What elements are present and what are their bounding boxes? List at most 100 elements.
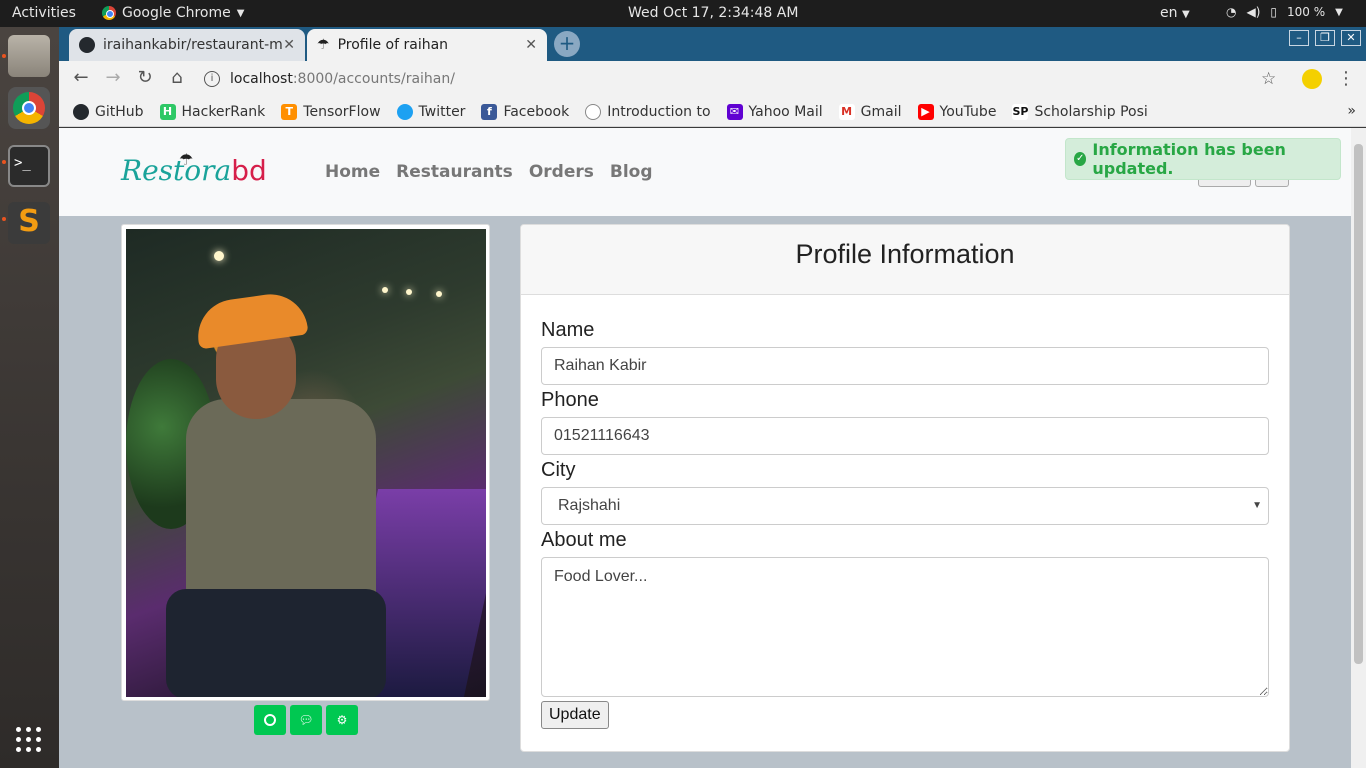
chrome-menu-icon[interactable]: ⋮	[1337, 68, 1355, 89]
battery-icon: ▯	[1270, 5, 1278, 19]
phone-input[interactable]	[541, 417, 1269, 455]
select-arrow-icon: ▼	[1252, 500, 1262, 511]
language-indicator[interactable]: en ▼	[1160, 5, 1190, 21]
profile-actions: 💬︎ ⚙	[254, 705, 358, 735]
success-alert: ✓ Information has been updated.	[1065, 138, 1341, 180]
bookmark-gmail[interactable]: M Gmail	[838, 103, 902, 120]
about-label: About me	[541, 529, 627, 551]
tab-github[interactable]: iraihankabir/restaurant-m ✕	[69, 29, 305, 61]
bookmark-hackerrank[interactable]: H HackerRank	[159, 103, 265, 120]
forward-arrow-icon[interactable]: →	[101, 67, 125, 88]
about-textarea[interactable]: Food Lover...	[541, 557, 1269, 697]
tensorflow-icon: T	[281, 103, 298, 120]
chevron-down-icon: ▼	[236, 7, 245, 19]
github-icon	[73, 103, 89, 120]
umbrella-icon: ☂	[179, 150, 194, 169]
check-circle-icon: ✓	[1074, 152, 1087, 166]
nav-orders[interactable]: Orders	[529, 162, 594, 182]
card-title: Profile Information	[521, 225, 1289, 295]
course-icon	[585, 103, 602, 120]
user-profile-button[interactable]	[254, 705, 286, 735]
page-viewport: Restorabd ☂ Home Restaurants Orders Blog…	[59, 128, 1351, 768]
update-button[interactable]: Update	[541, 701, 609, 729]
bookmark-yahoo-mail[interactable]: ✉ Yahoo Mail	[726, 103, 823, 120]
github-icon	[79, 37, 95, 53]
app-name: Google Chrome	[122, 5, 231, 21]
wifi-icon: ◔	[1226, 5, 1237, 19]
address-bar[interactable]: i localhost:8000/accounts/raihan/	[204, 66, 1254, 92]
gmail-icon: M	[838, 103, 855, 120]
settings-button[interactable]: ⚙	[326, 705, 358, 735]
nav-home[interactable]: Home	[325, 162, 380, 182]
browser-toolbar: ← → ↻ ⌂ i localhost:8000/accounts/raihan…	[59, 61, 1366, 97]
maximize-button[interactable]: ❐	[1315, 30, 1335, 46]
scholarship-icon: SP	[1012, 103, 1029, 120]
back-arrow-icon[interactable]: ←	[69, 67, 93, 88]
profile-card: Profile Information Name Phone City Rajs…	[520, 224, 1290, 752]
hackerrank-icon: H	[159, 103, 176, 120]
close-icon[interactable]: ✕	[525, 37, 537, 53]
nav-blog[interactable]: Blog	[610, 162, 653, 182]
close-window-button[interactable]: ✕	[1341, 30, 1361, 46]
activities-button[interactable]: Activities	[12, 5, 76, 21]
bookmark-introduction[interactable]: Introduction to	[585, 103, 711, 120]
bookmark-tensorflow[interactable]: T TensorFlow	[281, 103, 381, 120]
system-tray[interactable]: ◔ ◀) ▯ 100 % ▼	[1226, 5, 1343, 19]
sublime-text-icon[interactable]: S	[8, 202, 50, 244]
page-scrollbar[interactable]	[1351, 128, 1366, 768]
bookmark-youtube[interactable]: ▶ YouTube	[917, 103, 996, 120]
show-applications-icon[interactable]	[16, 727, 42, 753]
system-top-bar: Activities Google Chrome ▼ Wed Oct 17, 2…	[0, 0, 1366, 27]
running-indicator	[2, 54, 6, 58]
bookmark-star-icon[interactable]: ☆	[1261, 69, 1276, 89]
new-tab-button[interactable]: +	[554, 31, 580, 57]
chrome-icon	[102, 6, 116, 20]
profile-form: Name Phone City Rajshahi ▼ About me Food…	[521, 295, 1289, 729]
city-selected-value: Rajshahi	[558, 497, 621, 514]
profile-photo-frame	[121, 224, 490, 701]
phone-label: Phone	[541, 389, 599, 411]
url-path: :8000/accounts/raihan/	[292, 71, 455, 87]
umbrella-favicon-icon: ☂	[317, 37, 330, 53]
close-icon[interactable]: ✕	[283, 37, 295, 53]
main-nav: Home Restaurants Orders Blog	[325, 162, 653, 182]
volume-icon: ◀)	[1246, 5, 1261, 19]
alert-message: Information has been updated.	[1092, 140, 1286, 178]
youtube-icon: ▶	[917, 103, 934, 120]
terminal-icon[interactable]: >_	[8, 145, 50, 187]
messages-button[interactable]: 💬︎	[290, 705, 322, 735]
minimize-button[interactable]: –	[1289, 30, 1309, 46]
clock[interactable]: Wed Oct 17, 2:34:48 AM	[628, 5, 798, 21]
bookmarks-bar: GitHub H HackerRank T TensorFlow Twitter f…	[59, 97, 1366, 127]
site-logo[interactable]: Restorabd	[121, 154, 267, 187]
info-icon[interactable]: i	[204, 71, 220, 87]
bookmark-scholarship[interactable]: SP Scholarship Posi	[1012, 103, 1148, 120]
tab-title: Profile of raihan	[337, 37, 449, 53]
browser-tab-strip: iraihankabir/restaurant-m ✕ ☂ Profile of…	[59, 27, 1366, 61]
files-icon[interactable]	[8, 35, 50, 77]
profile-photo	[126, 229, 486, 697]
scrollbar-thumb[interactable]	[1354, 144, 1363, 664]
chevron-down-icon: ▼	[1335, 6, 1343, 18]
name-input[interactable]	[541, 347, 1269, 385]
city-label: City	[541, 459, 576, 481]
chrome-launcher-icon[interactable]	[8, 87, 50, 129]
tab-profile[interactable]: ☂ Profile of raihan ✕	[307, 29, 547, 61]
city-select[interactable]: Rajshahi ▼	[541, 487, 1269, 525]
url-host: localhost	[230, 71, 293, 87]
nav-restaurants[interactable]: Restaurants	[396, 162, 513, 182]
facebook-icon: f	[481, 103, 498, 120]
battery-percent: 100 %	[1287, 5, 1326, 19]
extension-icon[interactable]	[1302, 69, 1322, 89]
bookmark-twitter[interactable]: Twitter	[396, 103, 465, 120]
launcher-dock: >_ S	[0, 27, 59, 768]
reload-icon[interactable]: ↻	[133, 67, 157, 88]
bookmark-facebook[interactable]: f Facebook	[481, 103, 569, 120]
app-menu[interactable]: Google Chrome ▼	[102, 5, 244, 21]
tab-title: iraihankabir/restaurant-m	[103, 37, 283, 53]
more-bookmarks-icon[interactable]: »	[1347, 103, 1356, 119]
name-label: Name	[541, 319, 595, 341]
bookmark-github[interactable]: GitHub	[73, 103, 144, 120]
home-icon[interactable]: ⌂	[165, 67, 189, 88]
twitter-icon	[396, 103, 413, 120]
